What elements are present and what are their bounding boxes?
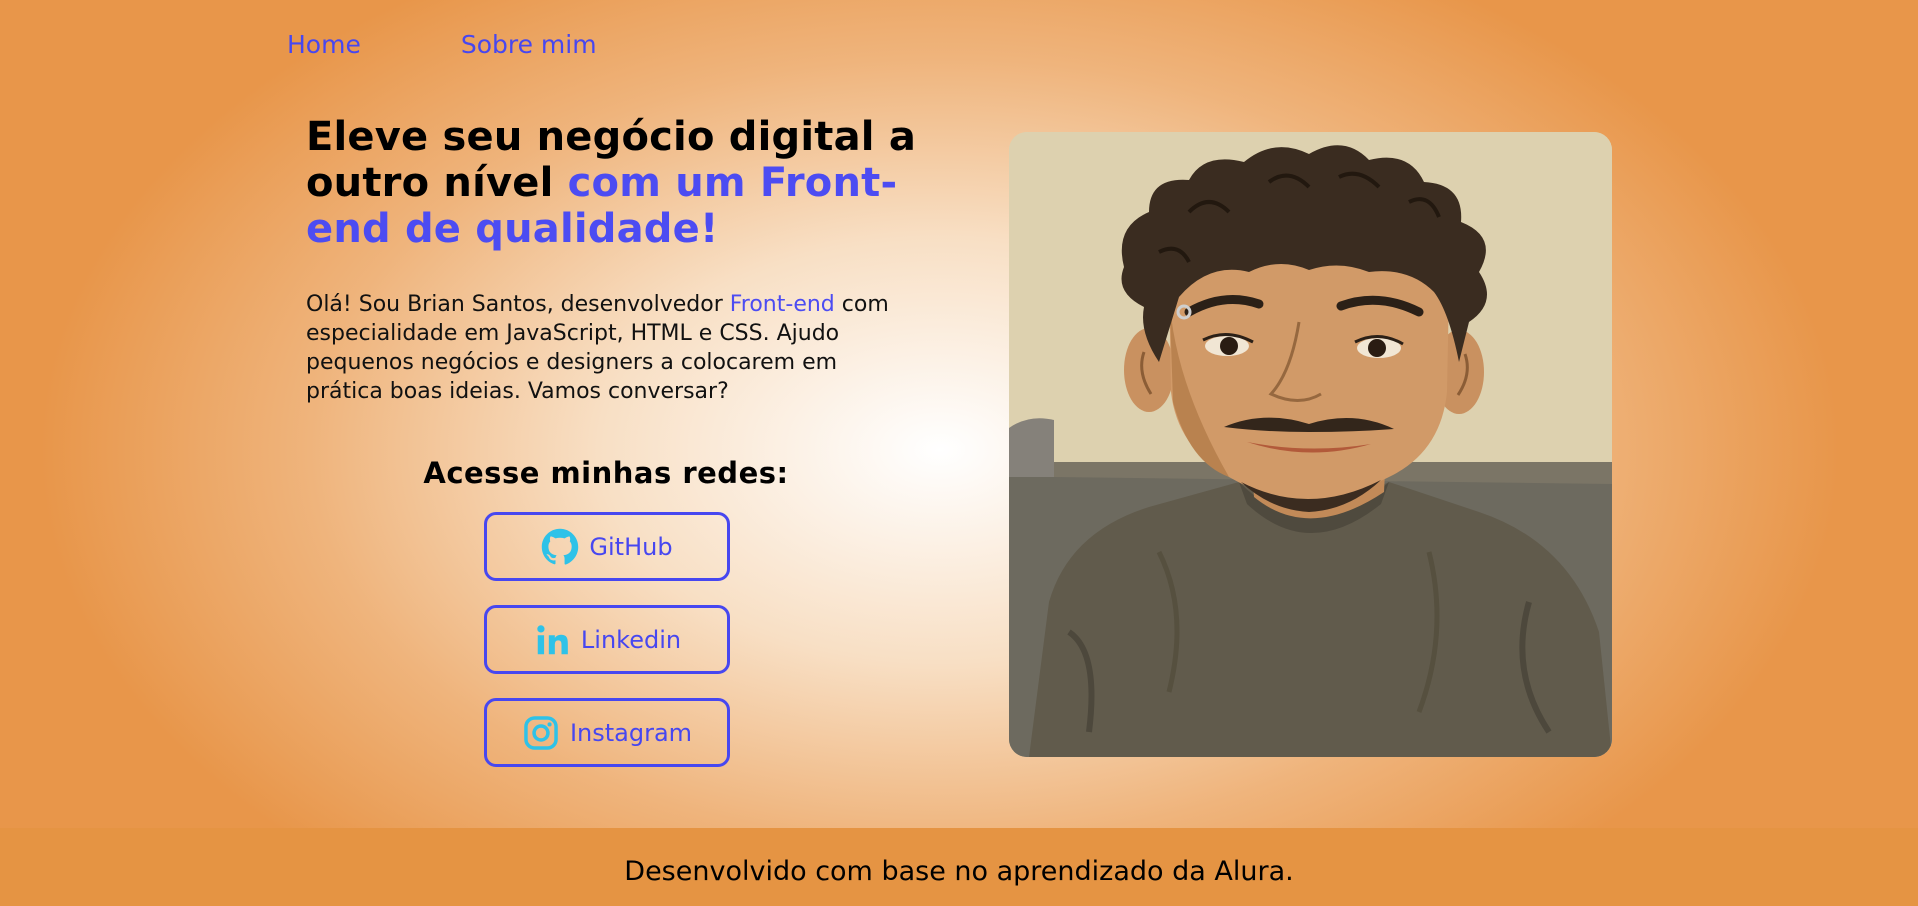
instagram-icon <box>522 714 560 752</box>
top-nav: Home Sobre mim <box>287 28 597 62</box>
hero-headline: Eleve seu negócio digital a outro nível … <box>306 114 926 252</box>
linkedin-icon <box>533 621 571 659</box>
profile-illustration <box>1009 132 1612 757</box>
instagram-label: Instagram <box>569 718 693 747</box>
hero-intro: Olá! Sou Brian Santos, desenvolvedor Fro… <box>306 290 896 406</box>
github-label: GitHub <box>589 532 673 561</box>
linkedin-button[interactable]: Linkedin <box>484 605 730 674</box>
intro-text-start: Olá! Sou Brian Santos, desenvolvedor <box>306 292 730 317</box>
intro-accent: Front-end <box>729 292 835 317</box>
socials-title: Acesse minhas redes: <box>423 456 789 490</box>
footer-text: Desenvolvido com base no aprendizado da … <box>624 855 1294 887</box>
instagram-button[interactable]: Instagram <box>484 698 730 767</box>
linkedin-label: Linkedin <box>580 625 682 654</box>
site-footer: Desenvolvido com base no aprendizado da … <box>0 828 1918 906</box>
nav-link-home[interactable]: Home <box>287 28 361 62</box>
github-button[interactable]: GitHub <box>484 512 730 581</box>
nav-link-sobre-mim[interactable]: Sobre mim <box>461 28 597 62</box>
hero-section: Eleve seu negócio digital a outro nível … <box>306 114 926 406</box>
github-icon <box>541 528 579 566</box>
socials-section: Acesse minhas redes: GitHub Linkedin Ins… <box>306 452 906 767</box>
profile-portrait <box>1009 132 1612 757</box>
